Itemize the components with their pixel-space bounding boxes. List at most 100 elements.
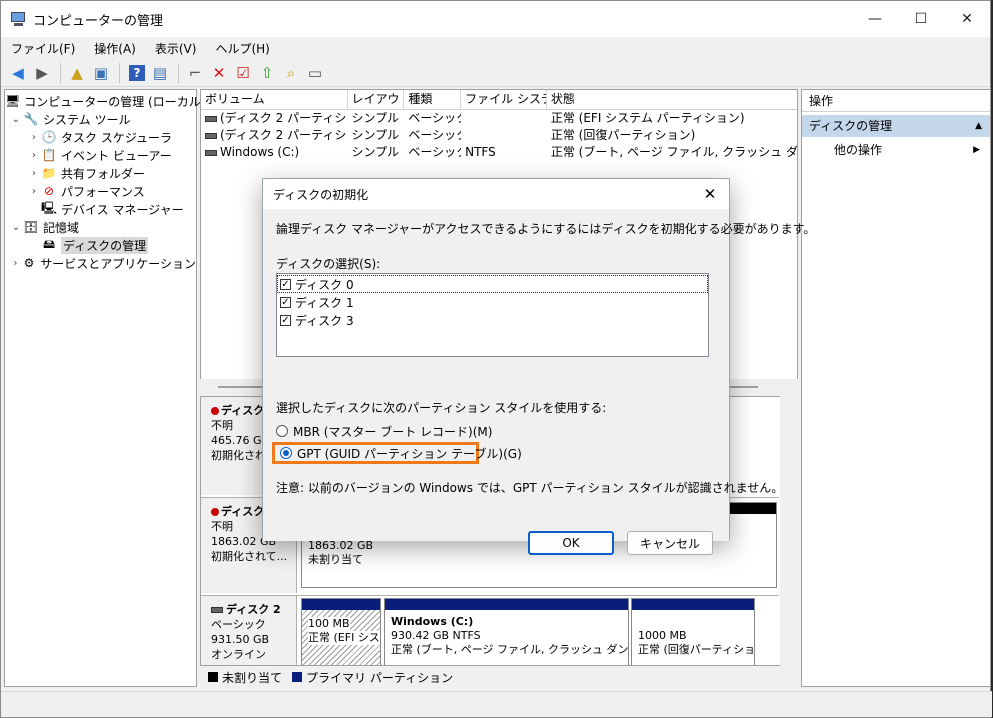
mbr-radio-option[interactable]: MBR (マスター ブート レコード)(M) (276, 421, 492, 441)
partition-style-label: 選択したディスクに次のパーティション スタイルを使用する: (276, 401, 607, 415)
collapse-icon[interactable]: ▲ (975, 115, 982, 137)
dialog-close-icon[interactable]: ✕ (699, 183, 721, 205)
dialog-message: 論理ディスク マネージャーがアクセスできるようにするにはディスクを初期化する必要… (276, 222, 816, 236)
tree-item-device-manager[interactable]: 🖳 デバイス マネージャー (5, 200, 196, 218)
search-folder-icon[interactable]: ⌕ (280, 62, 302, 84)
tree-item-system-tools[interactable]: ⌄ 🔧 システム ツール (5, 110, 196, 128)
up-folder-icon[interactable]: ▲ (66, 62, 88, 84)
column-layout[interactable]: レイアウト (348, 90, 405, 109)
check-document-icon[interactable]: ☑ (232, 62, 254, 84)
volume-list-header: ボリューム レイアウト 種類 ファイル システム 状態 (201, 90, 797, 110)
dialog-title-bar: ディスクの初期化 ✕ (263, 179, 729, 209)
column-type[interactable]: 種類 (404, 90, 462, 109)
disk-icon (211, 607, 223, 613)
efi-partition[interactable]: 100 MB 正常 (EFI シス (301, 598, 381, 665)
table-row[interactable]: (ディスク 2 パーティション 4) シンプル ベーシック 正常 (回復パーティ… (201, 127, 797, 144)
tree-item-task-scheduler[interactable]: › 🕒 タスク スケジューラ (5, 128, 196, 146)
tree-item-root[interactable]: 🖥 コンピューターの管理 (ローカル) (5, 92, 205, 110)
chevron-down-icon[interactable]: ⌄ (9, 222, 23, 233)
dialog-title: ディスクの初期化 (273, 187, 369, 202)
cancel-button[interactable]: キャンセル (627, 531, 713, 555)
menu-file[interactable]: ファイル(F) (1, 40, 84, 57)
disk-row-2: ディスク 2 ベーシック 931.50 GB オンライン 100 MB 正常 (… (201, 595, 779, 665)
column-status[interactable]: 状態 (547, 90, 797, 109)
menu-view[interactable]: 表示(V) (145, 40, 206, 57)
table-row[interactable]: Windows (C:) シンプル ベーシック NTFS 正常 (ブート, ペー… (201, 144, 797, 161)
properties-icon[interactable]: ▤ (149, 62, 171, 84)
tree-item-shared-folders[interactable]: › 📁 共有フォルダー (5, 164, 196, 182)
up-arrow-folder-icon[interactable]: ⇧ (256, 62, 278, 84)
list-item[interactable]: ✓ ディスク 1 (278, 293, 707, 311)
shared-folder-icon: 📁 (41, 166, 57, 180)
chevron-right-icon[interactable]: › (27, 186, 41, 197)
disk-select-label: ディスクの選択(S): (276, 257, 381, 271)
table-row[interactable]: (ディスク 2 パーティション 1) シンプル ベーシック 正常 (EFI シス… (201, 110, 797, 127)
tools-icon: 🔧 (23, 112, 39, 126)
maximize-button[interactable]: ☐ (898, 1, 944, 37)
checkbox-disk-1[interactable]: ✓ (280, 296, 291, 308)
gpt-radio-option[interactable]: GPT (GUID パーティション テーブル)(G) (280, 443, 522, 463)
chevron-right-icon[interactable]: › (9, 258, 22, 269)
list-item[interactable]: ✓ ディスク 0 (277, 275, 708, 293)
checkbox-disk-3[interactable]: ✓ (280, 314, 291, 326)
unallocated-swatch (208, 672, 218, 682)
computer-icon: 🖥 (5, 94, 21, 108)
chevron-right-icon[interactable]: › (27, 150, 41, 161)
computer-management-icon (11, 11, 27, 27)
chevron-right-icon: ▶ (973, 145, 980, 155)
actions-header: 操作 (802, 90, 990, 112)
ok-button[interactable]: OK (528, 531, 614, 555)
toolbar: ◀ ▶ ▲ ▣ ? ▤ ⌐ ✕ ☑ ⇧ ⌕ ▭ (1, 59, 990, 87)
storage-icon: 🗄 (23, 220, 39, 234)
show-hide-tree-icon[interactable]: ▣ (90, 62, 112, 84)
error-icon (211, 407, 219, 415)
window-title: コンピューターの管理 (33, 13, 164, 29)
disk-icon: 🖴 (42, 236, 56, 251)
error-icon (211, 508, 219, 516)
checkbox-disk-0[interactable]: ✓ (280, 278, 291, 290)
primary-swatch (292, 672, 303, 682)
back-arrow-icon[interactable]: ◀ (7, 62, 29, 84)
chevron-right-icon[interactable]: › (27, 132, 41, 143)
tree-item-performance[interactable]: › ⊘ パフォーマンス (5, 182, 196, 200)
menu-action[interactable]: 操作(A) (84, 40, 145, 57)
device-manager-icon: 🖳 (41, 200, 58, 215)
tree-item-services-apps[interactable]: › ⚙ サービスとアプリケーション (5, 254, 196, 272)
forward-arrow-icon[interactable]: ▶ (31, 62, 53, 84)
event-log-icon: 📋 (41, 148, 57, 162)
gpt-radio[interactable] (280, 447, 292, 459)
mbr-radio[interactable] (276, 425, 288, 437)
chevron-down-icon[interactable]: ⌄ (9, 114, 23, 125)
menu-bar: ファイル(F) 操作(A) 表示(V) ヘルプ(H) (1, 37, 990, 59)
chevron-right-icon[interactable]: › (27, 168, 41, 179)
status-bar (1, 691, 992, 717)
services-icon: ⚙ (23, 256, 35, 270)
recovery-partition[interactable]: 1000 MB 正常 (回復パーティショ (631, 598, 755, 665)
delete-icon[interactable]: ✕ (208, 62, 230, 84)
legend: 未割り当て プライマリ パーティション (200, 667, 798, 687)
column-filesystem[interactable]: ファイル システム (461, 90, 547, 109)
dialog-note: 注意: 以前のバージョンの Windows では、GPT パーティション スタイ… (276, 481, 784, 495)
tree-item-storage[interactable]: ⌄ 🗄 記憶域 (5, 218, 196, 236)
actions-section-disk-management[interactable]: ディスクの管理 ▲ (802, 115, 990, 137)
console-icon[interactable]: ▭ (304, 62, 326, 84)
connect-drive-icon[interactable]: ⌐ (184, 62, 206, 84)
windows-partition[interactable]: Windows (C:) 930.42 GB NTFS 正常 (ブート, ページ… (384, 598, 629, 665)
disk-select-list[interactable]: ✓ ディスク 0 ✓ ディスク 1 ✓ ディスク 3 (276, 273, 709, 357)
performance-icon: ⊘ (43, 184, 55, 198)
other-actions-item[interactable]: 他の操作 ▶ (802, 139, 990, 161)
disk-info[interactable]: ディスク 2 ベーシック 931.50 GB オンライン (201, 596, 297, 665)
menu-help[interactable]: ヘルプ(H) (205, 40, 278, 57)
tree-item-event-viewer[interactable]: › 📋 イベント ビューアー (5, 146, 196, 164)
minimize-button[interactable]: — (852, 1, 898, 37)
title-bar: コンピューターの管理 — ☐ ✕ (1, 1, 990, 37)
graph-scrollbar[interactable] (780, 396, 798, 666)
actions-pane: 操作 ディスクの管理 ▲ 他の操作 ▶ (801, 89, 991, 687)
column-volume[interactable]: ボリューム (201, 90, 348, 109)
list-item[interactable]: ✓ ディスク 3 (278, 311, 707, 329)
tree-item-disk-management[interactable]: 🖴 ディスクの管理 (5, 236, 196, 254)
close-button[interactable]: ✕ (944, 1, 990, 37)
help-icon[interactable]: ? (129, 64, 145, 81)
volume-icon (205, 132, 217, 139)
clock-icon: 🕒 (41, 130, 57, 144)
